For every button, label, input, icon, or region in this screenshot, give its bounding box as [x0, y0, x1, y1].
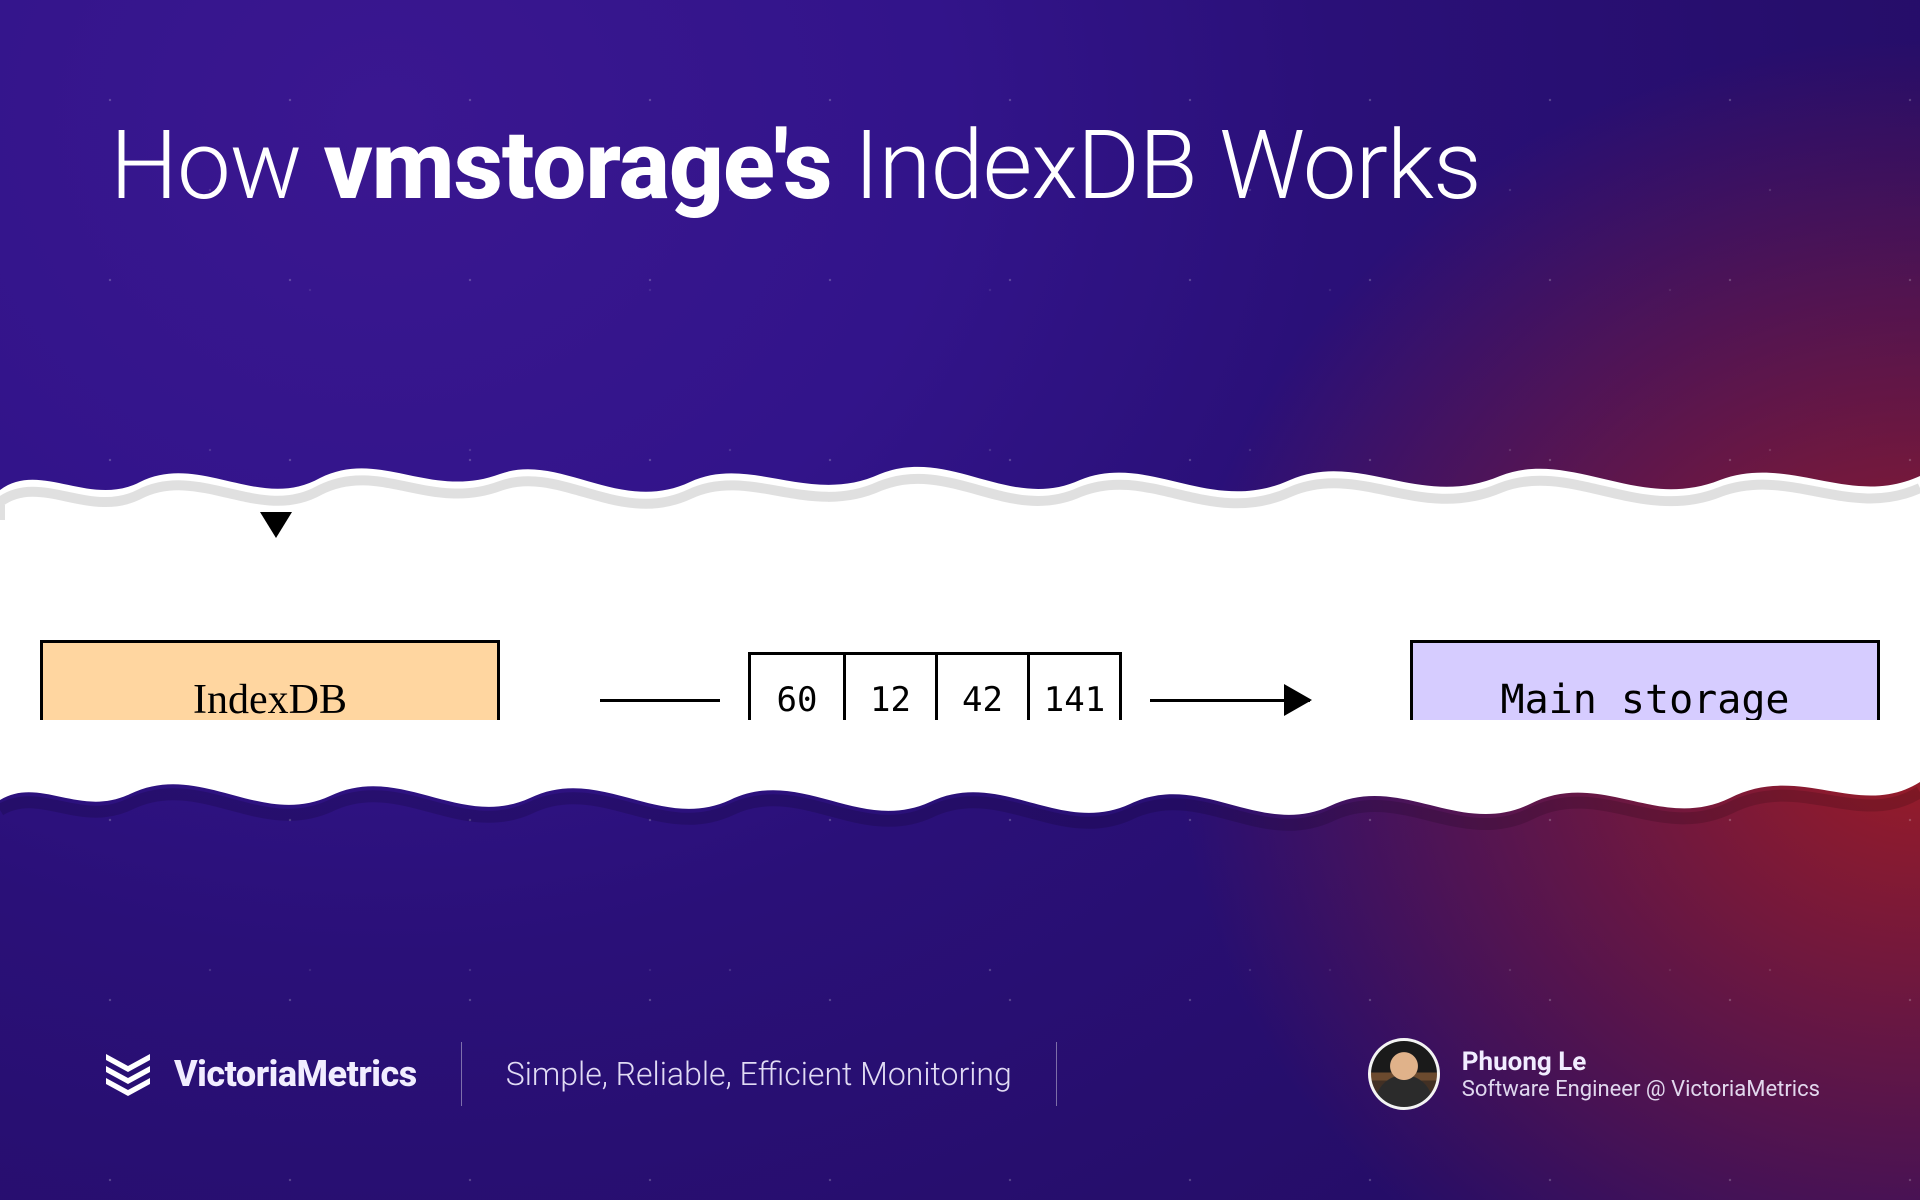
brand-logo-icon: [100, 1046, 156, 1102]
arrow-down-icon: [260, 512, 292, 538]
page-title: How vmstorage's IndexDB Works: [110, 110, 1481, 222]
brand-name: VictoriaMetrics: [174, 1053, 417, 1095]
tagline: Simple, Reliable, Efficient Monitoring: [506, 1055, 1012, 1093]
avatar: [1368, 1038, 1440, 1110]
footer: VictoriaMetrics Simple, Reliable, Effici…: [100, 1038, 1820, 1110]
torn-edge-bottom: [0, 720, 1920, 850]
main-storage-label: Main storage: [1501, 677, 1790, 723]
arrow-right-icon: [1150, 699, 1310, 702]
divider: [461, 1042, 462, 1106]
author-name: Phuong Le: [1462, 1047, 1820, 1077]
title-strong: vmstorage's: [324, 110, 832, 222]
author-role: Software Engineer @ VictoriaMetrics: [1462, 1077, 1820, 1102]
title-pre: How: [110, 110, 324, 222]
connector-line: [600, 699, 720, 702]
author-text: Phuong Le Software Engineer @ VictoriaMe…: [1462, 1047, 1820, 1102]
indexdb-label: IndexDB: [193, 676, 347, 724]
title-post: IndexDB Works: [832, 110, 1481, 222]
brand: VictoriaMetrics: [100, 1046, 417, 1102]
slide: How vmstorage's IndexDB Works IndexDB 60…: [0, 0, 1920, 1200]
banner-body: IndexDB 60 12 42 141 Main storage: [0, 520, 1920, 750]
torn-banner: IndexDB 60 12 42 141 Main storage: [0, 460, 1920, 820]
divider: [1056, 1042, 1057, 1106]
author-block: Phuong Le Software Engineer @ VictoriaMe…: [1368, 1038, 1820, 1110]
